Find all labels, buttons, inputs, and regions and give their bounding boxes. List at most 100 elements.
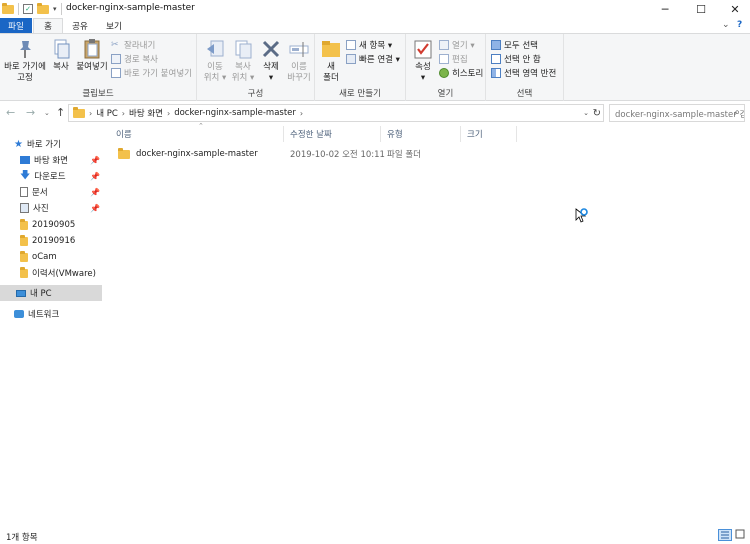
select-all-button[interactable]: 모두 선택	[491, 39, 538, 51]
new-folder-button[interactable]: 새 폴더	[318, 38, 344, 84]
chevron-down-icon[interactable]: ⌄	[583, 109, 589, 117]
sidebar-item-pictures[interactable]: 사진 📌	[0, 200, 102, 216]
sidebar-item-20190905[interactable]: 20190905	[0, 217, 102, 233]
window-title: docker-nginx-sample-master	[66, 3, 195, 13]
open-button[interactable]: 열기 ▾	[439, 39, 475, 51]
sidebar-item-this-pc[interactable]: 내 PC	[0, 285, 102, 301]
tab-share[interactable]: 공유	[66, 18, 94, 33]
sidebar-item-20190916[interactable]: 20190916	[0, 233, 102, 249]
move-to-icon	[204, 38, 226, 60]
copy-button[interactable]: 복사	[48, 38, 74, 73]
paste-button[interactable]: 붙여넣기	[75, 38, 109, 73]
file-type: 파일 폴더	[387, 150, 421, 160]
pin-icon[interactable]: 📌	[90, 188, 100, 197]
breadcrumb-current[interactable]: docker-nginx-sample-master	[174, 108, 296, 118]
forward-arrow-icon[interactable]: →	[26, 106, 35, 119]
download-icon: 🡇	[20, 169, 31, 181]
pin-icon[interactable]: 📌	[90, 172, 100, 181]
tab-home[interactable]: 홈	[33, 18, 63, 33]
sidebar-item-network[interactable]: 네트워크	[0, 306, 102, 322]
new-group-label: 새로 만들기	[339, 89, 381, 99]
breadcrumb-desktop[interactable]: 바탕 화면	[129, 107, 163, 119]
chevron-right-icon[interactable]: ›	[167, 109, 170, 118]
move-to-button[interactable]: 이동 위치 ▾	[201, 38, 229, 84]
rename-button[interactable]: 이름 바꾸기	[285, 38, 313, 84]
chevron-right-icon[interactable]: ›	[122, 109, 125, 118]
chevron-right-icon[interactable]: ›	[300, 109, 303, 118]
address-bar[interactable]: › 내 PC › 바탕 화면 › docker-nginx-sample-mas…	[68, 104, 604, 122]
invert-selection-button[interactable]: 선택 영역 반전	[491, 67, 556, 79]
navigation-pane: ★ 바로 가기 바탕 화면 📌 🡇 다운로드 📌 문서 📌 사진 📌 20190…	[0, 126, 102, 526]
sidebar-item-quick-access[interactable]: ★ 바로 가기	[0, 136, 102, 152]
copy-path-label: 경로 복사	[124, 55, 158, 65]
sidebar-item-resume-vmware[interactable]: 이력서(VMware)	[0, 265, 102, 281]
open-group: 속성 ▾ 열기 ▾ 편집 히스토리 열기	[406, 34, 486, 101]
file-modified: 2019-10-02 오전 10:11	[290, 150, 385, 160]
tab-view[interactable]: 보기	[100, 18, 128, 33]
sidebar-item-label: 사진	[33, 204, 49, 214]
select-none-button[interactable]: 선택 안 함	[491, 53, 541, 65]
pin-to-quick-access-button[interactable]: 바로 가기에 고정	[3, 38, 47, 84]
sidebar-item-label: 문서	[32, 188, 48, 198]
picture-icon	[20, 203, 29, 213]
back-arrow-icon[interactable]: ←	[6, 106, 15, 119]
column-header-type[interactable]: 유형	[381, 126, 461, 142]
address-row: ← → ⌄ ↑ › 내 PC › 바탕 화면 › docker-nginx-sa…	[0, 102, 750, 124]
paste-shortcut-label: 바로 가기 붙여넣기	[124, 69, 192, 79]
column-header-label: 크기	[467, 130, 483, 140]
cut-button[interactable]: ✂ 잘라내기	[111, 39, 155, 51]
sidebar-item-ocam[interactable]: oCam	[0, 249, 102, 265]
sidebar-item-desktop[interactable]: 바탕 화면 📌	[0, 152, 102, 168]
breadcrumb-this-pc[interactable]: 내 PC	[96, 107, 118, 119]
new-item-icon	[346, 40, 356, 50]
up-arrow-icon[interactable]: ↑	[56, 106, 65, 119]
easy-access-button[interactable]: 빠른 연결 ▾	[346, 53, 400, 65]
file-list: ⌃ 이름 수정한 날짜 유형 크기 docker-nginx-sample-ma…	[110, 122, 750, 526]
table-row[interactable]: docker-nginx-sample-master 2019-10-02 오전…	[110, 146, 750, 162]
large-icons-view-icon[interactable]	[734, 529, 748, 541]
sidebar-item-documents[interactable]: 문서 📌	[0, 184, 102, 200]
recent-locations-icon[interactable]: ⌄	[44, 109, 50, 117]
desktop-icon	[20, 156, 30, 164]
easy-access-icon	[346, 54, 356, 64]
select-all-label: 모두 선택	[504, 41, 538, 51]
copy-path-button[interactable]: 경로 복사	[111, 53, 158, 65]
clipboard-group: 바로 가기에 고정 복사 붙여넣기 ✂ 잘라내기 경로 복사 바로 가기 붙여넣…	[0, 34, 197, 101]
separator	[60, 3, 62, 15]
properties-icon[interactable]: ✓	[23, 4, 33, 14]
delete-button[interactable]: 삭제 ▾	[258, 38, 284, 84]
chevron-down-icon[interactable]: ▾	[53, 5, 57, 13]
help-icon[interactable]: ?	[737, 20, 742, 30]
details-view-icon[interactable]	[718, 529, 732, 541]
chevron-down-icon[interactable]: ⌄	[722, 20, 730, 30]
ribbon-tabs: 파일 홈 공유 보기 ⌄ ?	[0, 18, 750, 33]
new-folder-icon[interactable]	[37, 2, 49, 14]
folder-icon	[20, 250, 28, 262]
sidebar-item-label: 바로 가기	[26, 140, 61, 150]
maximize-button[interactable]: ☐	[684, 0, 718, 18]
pin-icon[interactable]: 📌	[90, 156, 100, 165]
copy-to-icon	[232, 38, 254, 60]
column-header-name[interactable]: 이름	[110, 126, 284, 142]
column-header-size[interactable]: 크기	[461, 126, 517, 142]
sidebar-item-label: 20190905	[32, 220, 76, 230]
history-button[interactable]: 히스토리	[439, 67, 483, 79]
new-item-button[interactable]: 새 항목 ▾	[346, 39, 392, 51]
close-button[interactable]: ✕	[718, 0, 750, 18]
properties-button[interactable]: 속성 ▾	[409, 38, 437, 84]
tab-file[interactable]: 파일	[0, 18, 32, 33]
column-header-modified[interactable]: 수정한 날짜	[284, 126, 381, 142]
minimize-button[interactable]: ─	[648, 0, 682, 18]
folder-icon	[20, 266, 28, 278]
paste-shortcut-button[interactable]: 바로 가기 붙여넣기	[111, 67, 192, 79]
chevron-right-icon[interactable]: ›	[89, 109, 92, 118]
edit-button[interactable]: 편집	[439, 53, 468, 65]
copy-to-button[interactable]: 복사 위치 ▾	[229, 38, 257, 84]
select-all-icon	[491, 40, 501, 50]
pin-icon[interactable]: 📌	[90, 204, 100, 213]
search-input[interactable]: docker-nginx-sample-master 검색 ⌕	[609, 104, 745, 122]
properties-label: 속성 ▾	[415, 62, 431, 83]
refresh-icon[interactable]: ↻	[593, 108, 601, 119]
status-bar: 1개 항목	[0, 526, 750, 544]
sidebar-item-downloads[interactable]: 🡇 다운로드 📌	[0, 168, 102, 184]
